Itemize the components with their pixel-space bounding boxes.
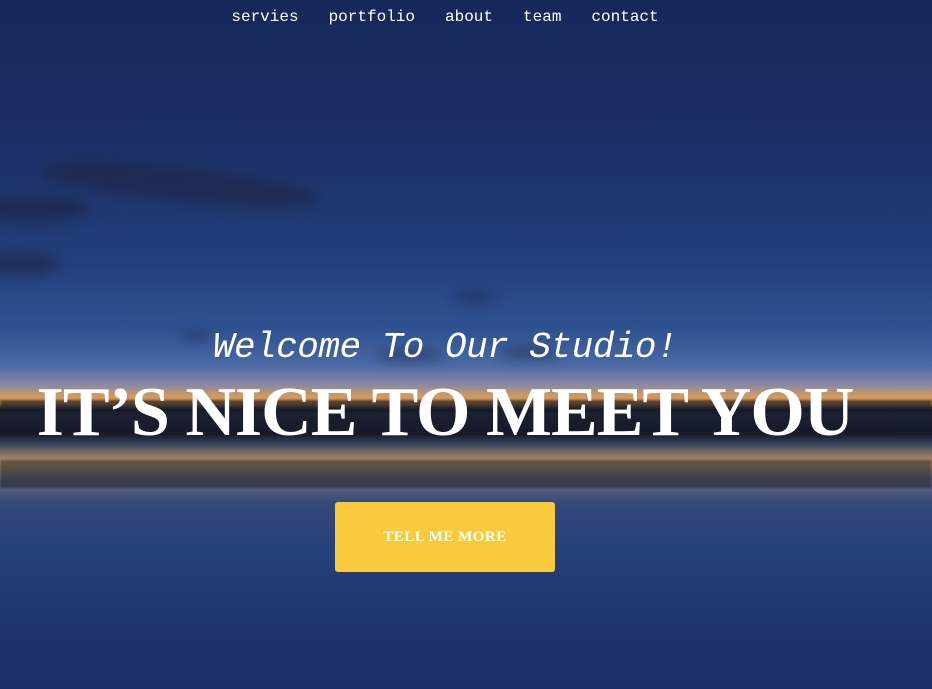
background-cloud bbox=[0, 196, 90, 222]
tell-me-more-button[interactable]: TELL ME MORE bbox=[335, 502, 555, 572]
background-cloud bbox=[0, 252, 60, 276]
hero-subtitle: Welcome To Our Studio! bbox=[212, 327, 678, 368]
treeline-reflection bbox=[0, 460, 932, 488]
hero-section: servies portfolio about team contact Wel… bbox=[0, 0, 932, 689]
hero-headline: IT’S NICE TO MEET YOU bbox=[36, 374, 855, 451]
background-cloud bbox=[455, 292, 495, 302]
top-navigation: servies portfolio about team contact bbox=[0, 8, 932, 26]
nav-item-team[interactable]: team bbox=[523, 8, 561, 26]
nav-item-portfolio[interactable]: portfolio bbox=[329, 8, 415, 26]
nav-item-servies[interactable]: servies bbox=[231, 8, 298, 26]
nav-item-about[interactable]: about bbox=[445, 8, 493, 26]
nav-item-contact[interactable]: contact bbox=[591, 8, 658, 26]
